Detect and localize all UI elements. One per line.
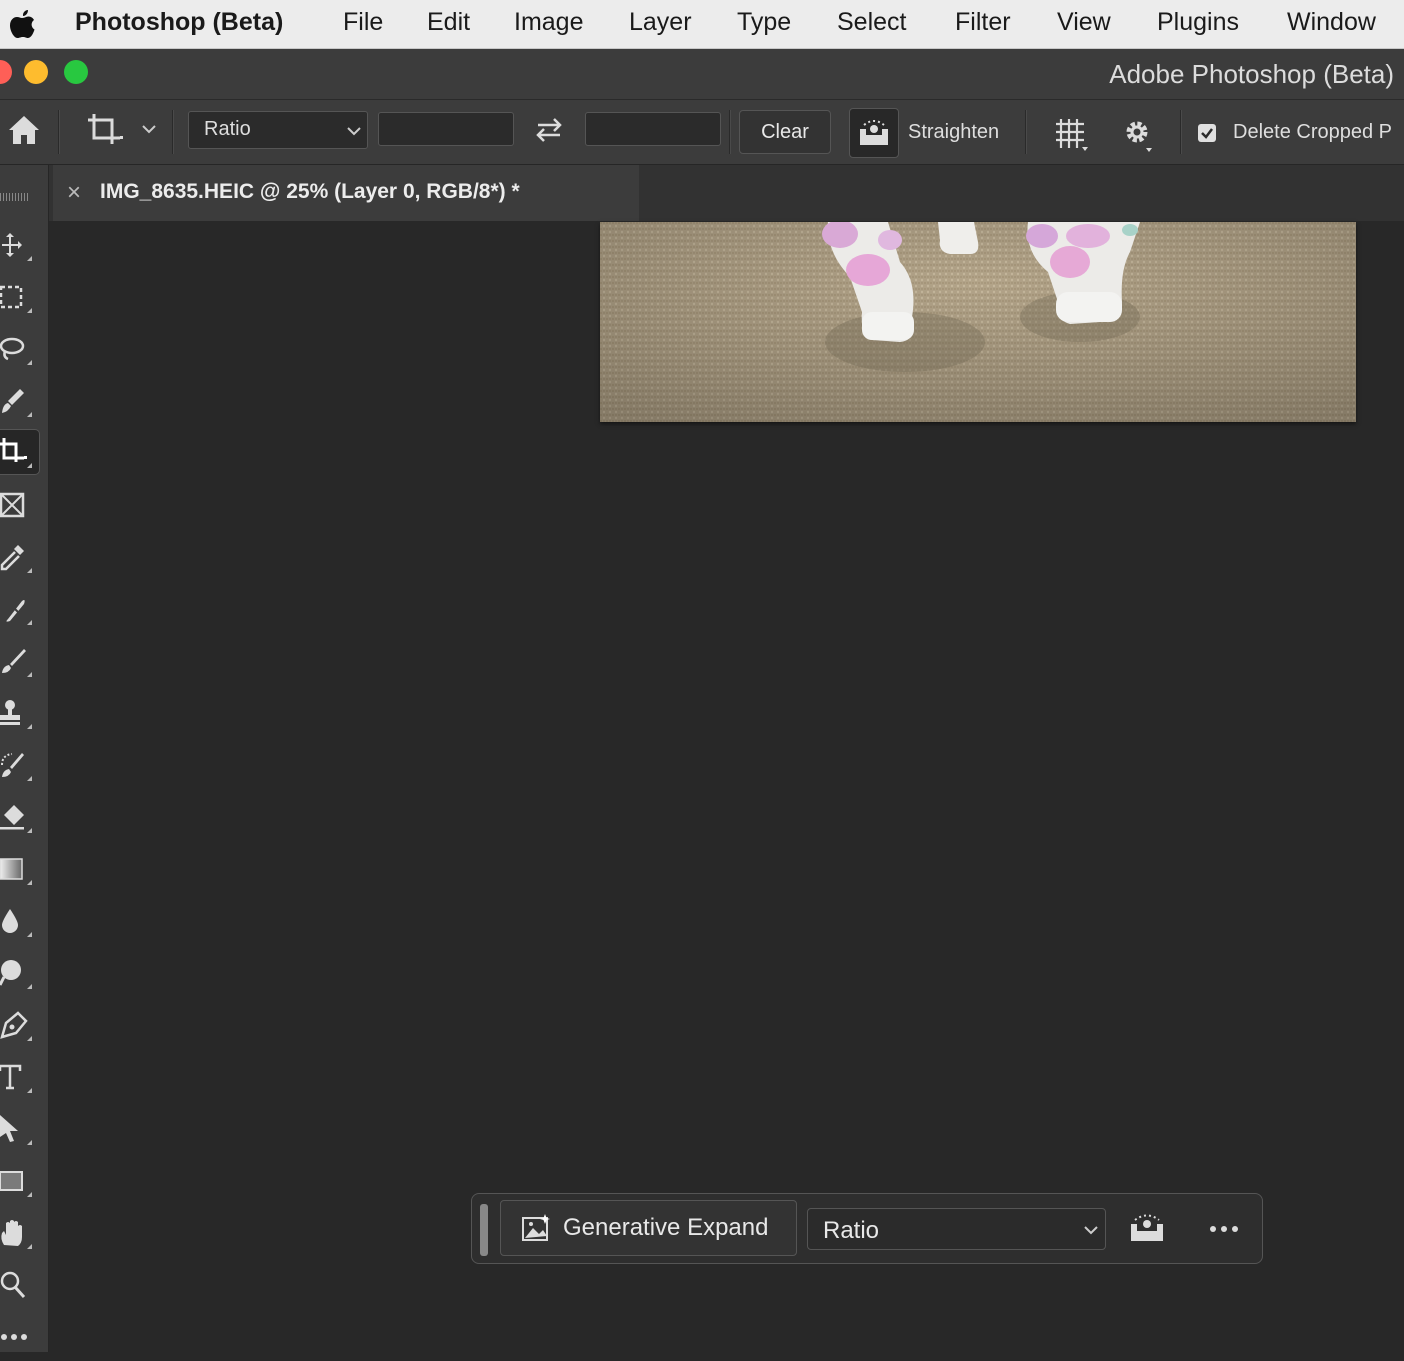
menu-image[interactable]: Image bbox=[514, 8, 583, 37]
close-tab-icon[interactable]: × bbox=[67, 179, 81, 207]
document-image[interactable] bbox=[600, 222, 1356, 422]
eyedropper-tool-icon[interactable] bbox=[0, 535, 40, 581]
straighten-icon[interactable] bbox=[1129, 1213, 1167, 1243]
healing-brush-tool-icon[interactable] bbox=[0, 587, 40, 633]
quick-selection-tool-icon[interactable] bbox=[0, 379, 40, 425]
menu-view[interactable]: View bbox=[1057, 8, 1111, 37]
clone-stamp-tool-icon[interactable] bbox=[0, 691, 40, 737]
straighten-icon bbox=[860, 120, 888, 145]
task-bar-ratio-select[interactable]: Ratio bbox=[807, 1208, 1106, 1250]
menu-edit[interactable]: Edit bbox=[427, 8, 470, 37]
separator bbox=[1025, 110, 1027, 154]
ratio-select[interactable]: Ratio bbox=[188, 111, 368, 149]
document-tab-title: IMG_8635.HEIC @ 25% (Layer 0, RGB/8*) * bbox=[100, 180, 520, 203]
home-icon[interactable] bbox=[6, 112, 42, 148]
menu-file[interactable]: File bbox=[343, 8, 383, 37]
path-selection-tool-icon[interactable] bbox=[0, 1107, 40, 1153]
photo-carpet-figurine-feet bbox=[600, 222, 1356, 422]
separator bbox=[1180, 110, 1182, 154]
type-tool-icon[interactable] bbox=[0, 1055, 40, 1101]
chevron-down-icon bbox=[1084, 1226, 1098, 1235]
separator bbox=[729, 110, 731, 154]
eraser-tool-icon[interactable] bbox=[0, 795, 40, 841]
window-title: Adobe Photoshop (Beta) bbox=[1109, 59, 1394, 89]
tools-panel bbox=[0, 165, 49, 1352]
close-window-button[interactable] bbox=[0, 60, 12, 84]
swap-dimensions-icon[interactable] bbox=[534, 116, 564, 144]
apple-logo-icon[interactable] bbox=[6, 7, 38, 41]
chevron-down-icon bbox=[347, 127, 361, 136]
crop-height-input[interactable] bbox=[585, 112, 721, 146]
separator bbox=[172, 110, 174, 154]
menu-window[interactable]: Window bbox=[1287, 8, 1376, 37]
document-tab-bar: × IMG_8635.HEIC @ 25% (Layer 0, RGB/8*) … bbox=[49, 165, 1404, 221]
ratio-select-value: Ratio bbox=[204, 118, 251, 140]
hand-tool-icon[interactable] bbox=[0, 1211, 40, 1257]
zoom-window-button[interactable] bbox=[64, 60, 88, 84]
panel-grip[interactable] bbox=[0, 193, 28, 201]
crop-width-input[interactable] bbox=[378, 112, 514, 146]
checkmark-icon bbox=[1201, 128, 1213, 139]
gear-icon[interactable] bbox=[1122, 117, 1158, 153]
pen-tool-icon[interactable] bbox=[0, 1003, 40, 1049]
delete-cropped-checkbox[interactable] bbox=[1198, 124, 1216, 142]
crop-tool-icon[interactable] bbox=[0, 429, 40, 475]
blur-tool-icon[interactable] bbox=[0, 899, 40, 945]
gradient-tool-icon[interactable] bbox=[0, 847, 40, 893]
menu-bar: Photoshop (Beta) File Edit Image Layer T… bbox=[0, 0, 1404, 49]
generative-expand-icon bbox=[522, 1214, 550, 1241]
document-tab[interactable]: × IMG_8635.HEIC @ 25% (Layer 0, RGB/8*) … bbox=[53, 165, 639, 221]
more-options-icon[interactable] bbox=[1209, 1224, 1239, 1234]
overlay-grid-icon[interactable] bbox=[1052, 116, 1088, 152]
straighten-button[interactable] bbox=[849, 108, 899, 158]
clear-button[interactable]: Clear bbox=[739, 110, 831, 154]
menu-layer[interactable]: Layer bbox=[629, 8, 692, 37]
more-tools-icon[interactable] bbox=[0, 1315, 40, 1361]
straighten-label: Straighten bbox=[908, 121, 1000, 143]
menu-filter[interactable]: Filter bbox=[955, 8, 1011, 37]
menu-select[interactable]: Select bbox=[837, 8, 906, 37]
window-title-bar: Adobe Photoshop (Beta) bbox=[0, 49, 1404, 100]
marquee-tool-icon[interactable] bbox=[0, 275, 40, 321]
menu-plugins[interactable]: Plugins bbox=[1157, 8, 1239, 37]
contextual-task-bar: Generative Expand Ratio bbox=[471, 1193, 1263, 1264]
minimize-window-button[interactable] bbox=[24, 60, 48, 84]
app-menu-photoshop[interactable]: Photoshop (Beta) bbox=[75, 8, 283, 37]
move-tool-icon[interactable] bbox=[0, 223, 40, 269]
rectangle-tool-icon[interactable] bbox=[0, 1159, 40, 1205]
separator bbox=[58, 110, 60, 154]
crop-tool-preset-icon[interactable] bbox=[86, 112, 128, 148]
options-bar: Ratio Clear Straighten Delete Cropped P bbox=[0, 100, 1404, 165]
chevron-down-icon[interactable] bbox=[142, 124, 156, 134]
frame-tool-icon[interactable] bbox=[0, 483, 40, 529]
zoom-tool-icon[interactable] bbox=[0, 1263, 40, 1309]
generative-expand-button[interactable]: Generative Expand bbox=[500, 1200, 797, 1256]
task-bar-ratio-value: Ratio bbox=[823, 1217, 880, 1244]
brush-tool-icon[interactable] bbox=[0, 639, 40, 685]
generative-expand-label: Generative Expand bbox=[563, 1214, 769, 1241]
history-brush-tool-icon[interactable] bbox=[0, 743, 40, 789]
task-bar-drag-handle[interactable] bbox=[480, 1204, 488, 1256]
menu-type[interactable]: Type bbox=[737, 8, 791, 37]
dodge-tool-icon[interactable] bbox=[0, 951, 40, 997]
lasso-tool-icon[interactable] bbox=[0, 327, 40, 373]
delete-cropped-label[interactable]: Delete Cropped P bbox=[1233, 121, 1392, 144]
